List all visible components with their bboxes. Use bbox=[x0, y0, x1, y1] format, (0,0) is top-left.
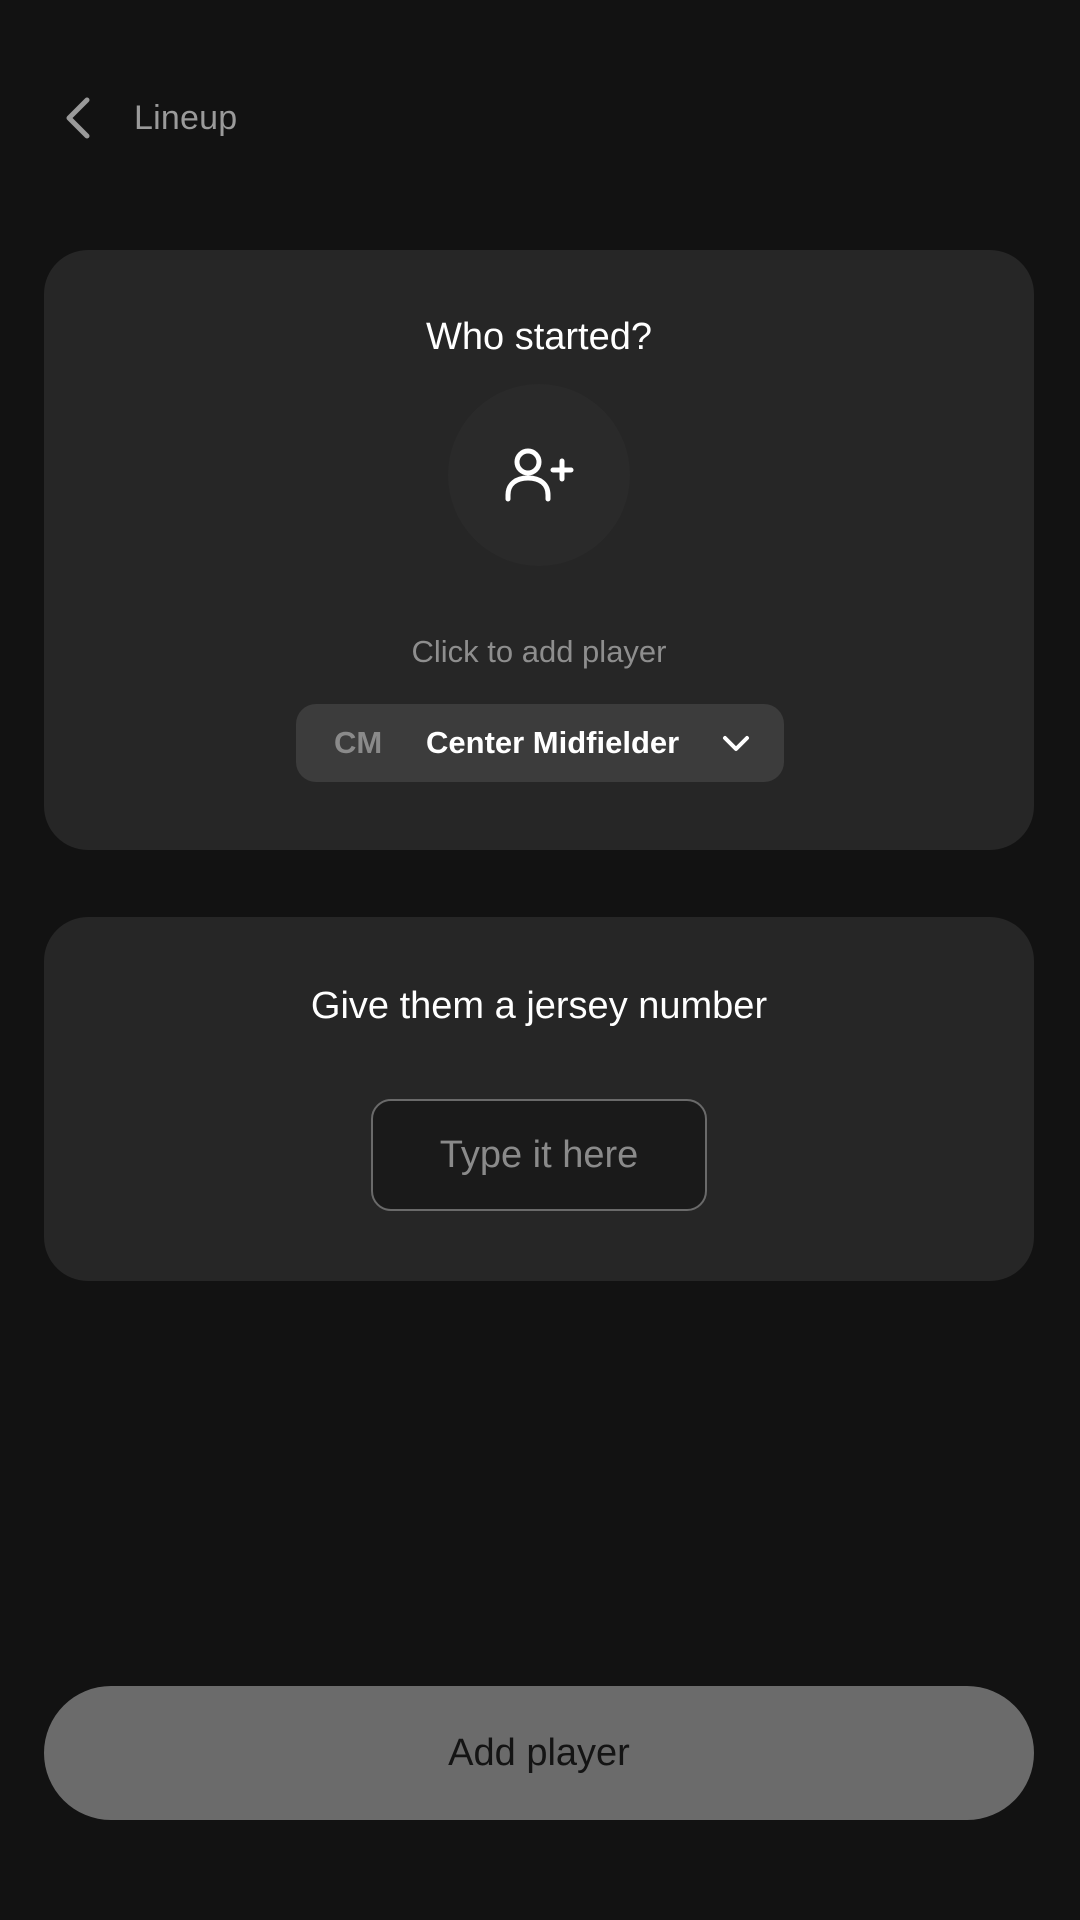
position-dropdown[interactable]: CM Center Midfielder bbox=[296, 704, 784, 782]
chevron-down-icon bbox=[718, 725, 754, 761]
add-player-avatar-button[interactable] bbox=[448, 384, 630, 566]
chevron-left-icon bbox=[66, 97, 90, 139]
starter-card: Who started? Click to add player CM Cent… bbox=[44, 250, 1034, 850]
starter-card-title: Who started? bbox=[426, 316, 652, 358]
position-code: CM bbox=[334, 725, 383, 760]
back-button[interactable] bbox=[56, 88, 100, 148]
position-name: Center Midfielder bbox=[426, 725, 680, 760]
jersey-number-input[interactable] bbox=[371, 1099, 707, 1211]
add-player-hint: Click to add player bbox=[411, 634, 667, 669]
jersey-card: Give them a jersey number bbox=[44, 917, 1034, 1281]
user-plus-icon bbox=[505, 448, 574, 502]
add-player-button[interactable]: Add player bbox=[44, 1686, 1034, 1820]
header: Lineup bbox=[56, 88, 237, 148]
jersey-card-title: Give them a jersey number bbox=[310, 985, 768, 1027]
page-title: Lineup bbox=[134, 98, 238, 137]
